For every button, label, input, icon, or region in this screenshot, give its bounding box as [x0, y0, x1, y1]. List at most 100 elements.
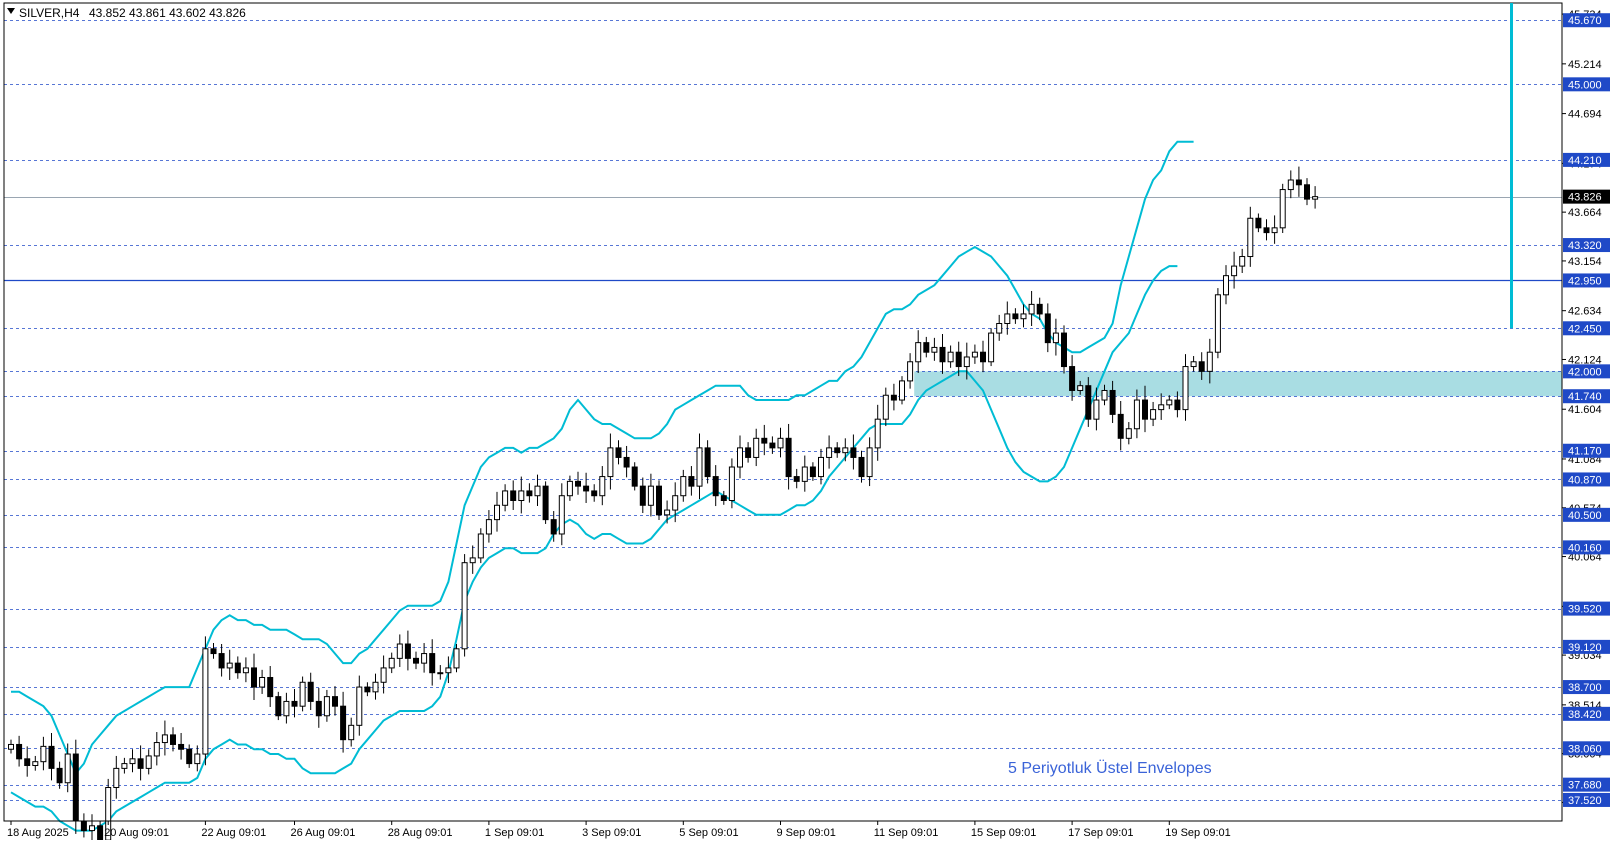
- level-tag-label: 37.520: [1568, 795, 1602, 807]
- candle-body: [1255, 217, 1262, 229]
- candle-body: [858, 456, 865, 478]
- candle-body: [388, 657, 395, 669]
- candle-body: [97, 825, 104, 841]
- y-tick-label: 45.214: [1568, 59, 1602, 71]
- candle-body: [1052, 332, 1059, 344]
- candle-body: [153, 742, 160, 757]
- candle: [542, 481, 549, 524]
- candle-body: [1214, 294, 1221, 353]
- x-tick-label: 26 Aug 09:01: [291, 827, 356, 839]
- candle: [72, 739, 79, 834]
- candle-body: [210, 648, 217, 655]
- y-tick-label: 42.634: [1568, 306, 1602, 318]
- candle-body: [1142, 399, 1148, 420]
- candle-body: [396, 643, 403, 659]
- candle-body: [1304, 184, 1310, 200]
- candle-body: [64, 753, 71, 784]
- candle-body: [591, 490, 598, 497]
- candle-body: [558, 495, 565, 535]
- candle-body: [753, 437, 760, 458]
- candle-body: [834, 447, 841, 454]
- candle-body: [1190, 361, 1197, 368]
- candle-body: [461, 562, 468, 650]
- x-tick-label: 22 Aug 09:01: [201, 827, 266, 839]
- x-tick-label: 5 Sep 09:01: [679, 827, 738, 839]
- level-tag-label: 40.160: [1568, 542, 1602, 554]
- candle-body: [923, 342, 930, 353]
- level-tag-label: 44.210: [1568, 155, 1602, 167]
- candle-body: [372, 681, 379, 693]
- level-tag-label: 38.420: [1568, 709, 1602, 721]
- level-tag-label: 41.740: [1568, 391, 1602, 403]
- candle-body: [980, 351, 986, 363]
- candle-body: [502, 490, 509, 506]
- symbol-label: SILVER,H4: [19, 6, 80, 20]
- ohlc-values: 43.852 43.861 43.602 43.826: [89, 6, 246, 20]
- candle-body: [348, 724, 355, 741]
- candle-body: [1109, 389, 1116, 415]
- candle-body: [1101, 389, 1108, 401]
- level-tag-label: 42.000: [1568, 366, 1602, 378]
- candle-body: [332, 696, 338, 707]
- candle-body: [178, 743, 185, 750]
- candle-body: [842, 447, 849, 454]
- candle-body: [696, 447, 703, 487]
- candle-body: [777, 437, 784, 449]
- candle-body: [947, 351, 954, 363]
- candle-body: [728, 466, 735, 501]
- candle-body: [882, 394, 889, 420]
- support-zone: [914, 371, 1562, 397]
- candle: [1061, 325, 1067, 374]
- y-tick-label: 43.664: [1568, 207, 1602, 219]
- candle-body: [1158, 404, 1165, 411]
- price-chart[interactable]: 45.73445.21444.69444.17443.66443.15442.6…: [0, 0, 1614, 845]
- level-tag-label: 45.000: [1568, 79, 1602, 91]
- candle-body: [542, 485, 549, 521]
- candle-body: [1044, 313, 1051, 344]
- candle-body: [518, 490, 525, 501]
- candle-body: [194, 753, 201, 765]
- candle-body: [445, 667, 452, 674]
- y-tick-label: 44.694: [1568, 109, 1602, 121]
- level-tag-label: 42.950: [1568, 275, 1602, 287]
- candle-body: [453, 648, 460, 669]
- candle-body: [761, 437, 768, 444]
- candle-body: [1279, 189, 1286, 229]
- candle-body: [899, 380, 905, 401]
- candle-body: [850, 447, 857, 458]
- candle-body: [534, 485, 541, 497]
- candle-body: [890, 394, 897, 401]
- current-price-label: 43.826: [1568, 192, 1602, 204]
- candle-body: [1125, 428, 1132, 439]
- candle-body: [1271, 227, 1278, 234]
- level-tag-label: 39.120: [1568, 642, 1602, 654]
- x-tick-label: 11 Sep 09:01: [874, 827, 939, 839]
- level-tag-label: 38.060: [1568, 743, 1602, 755]
- x-tick-label: 17 Sep 09:01: [1068, 827, 1133, 839]
- candle-body: [680, 476, 687, 497]
- candle-body: [202, 648, 209, 755]
- candle-body: [275, 696, 282, 717]
- candle-body: [526, 490, 533, 497]
- candle-body: [1263, 227, 1270, 234]
- candle-body: [1198, 361, 1205, 372]
- candle-body: [599, 476, 606, 497]
- candle-body: [664, 509, 671, 516]
- candle-body: [356, 686, 363, 726]
- candle-body: [793, 476, 800, 482]
- candle-body: [656, 485, 662, 516]
- candle-body: [688, 476, 695, 487]
- candle-body: [1295, 179, 1302, 186]
- candle-body: [639, 485, 646, 506]
- candle-body: [145, 755, 152, 769]
- candle-body: [137, 758, 144, 769]
- candle-body: [48, 745, 55, 769]
- candle-body: [623, 456, 630, 468]
- x-tick-label: 20 Aug 09:01: [104, 827, 169, 839]
- x-tick-label: 3 Sep 09:01: [582, 827, 641, 839]
- candle-body: [1061, 332, 1067, 368]
- candle-body: [712, 476, 719, 497]
- candle-body: [745, 447, 752, 458]
- indicator-label: 5 Periyotluk Üstel Envelopes: [1008, 759, 1212, 777]
- candle: [1279, 183, 1286, 233]
